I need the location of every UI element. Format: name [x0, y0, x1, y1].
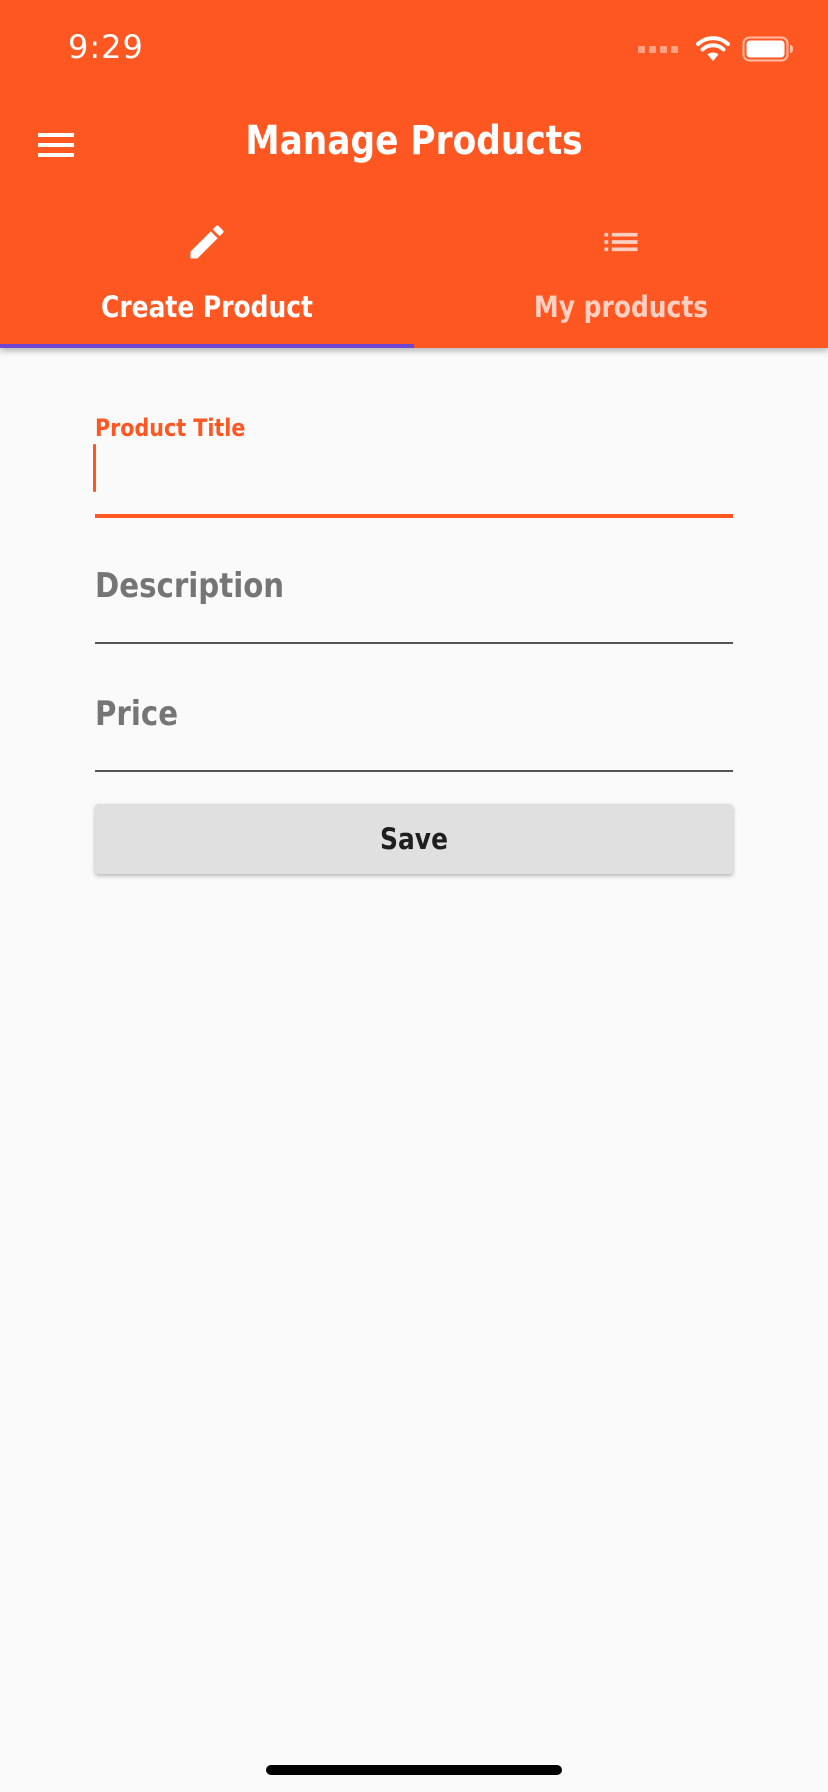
tab-create-product[interactable]: Create Product	[0, 206, 414, 348]
list-icon	[599, 220, 643, 269]
product-title-label: Product Title	[95, 414, 246, 442]
status-icons	[638, 36, 794, 62]
description-underline	[95, 642, 733, 644]
pencil-icon	[185, 220, 229, 269]
price-underline	[95, 770, 733, 772]
app-bar: 9:29 Manage Products Create Product My p…	[0, 0, 828, 348]
description-input[interactable]	[95, 560, 733, 620]
tab-create-product-label: Create Product	[101, 290, 313, 324]
product-title-input[interactable]	[95, 446, 733, 496]
battery-icon	[742, 36, 793, 62]
price-field[interactable]: Price	[95, 648, 733, 776]
page-title: Manage Products	[245, 118, 583, 164]
save-button[interactable]: Save	[95, 804, 733, 874]
status-time: 9:29	[68, 28, 144, 66]
tab-my-products-label: My products	[533, 290, 709, 324]
price-input[interactable]	[95, 688, 733, 748]
cellular-signal-icon	[638, 45, 678, 53]
tab-indicator	[0, 344, 414, 348]
product-title-underline	[95, 514, 733, 518]
text-cursor	[93, 444, 96, 492]
product-title-field[interactable]: Product Title	[93, 348, 733, 520]
wifi-icon	[696, 36, 730, 61]
save-button-label: Save	[380, 822, 448, 856]
home-indicator[interactable]	[266, 1765, 562, 1775]
tab-my-products[interactable]: My products	[414, 206, 828, 348]
description-field[interactable]: Description	[95, 520, 733, 648]
tab-bar: Create Product My products	[0, 206, 828, 348]
